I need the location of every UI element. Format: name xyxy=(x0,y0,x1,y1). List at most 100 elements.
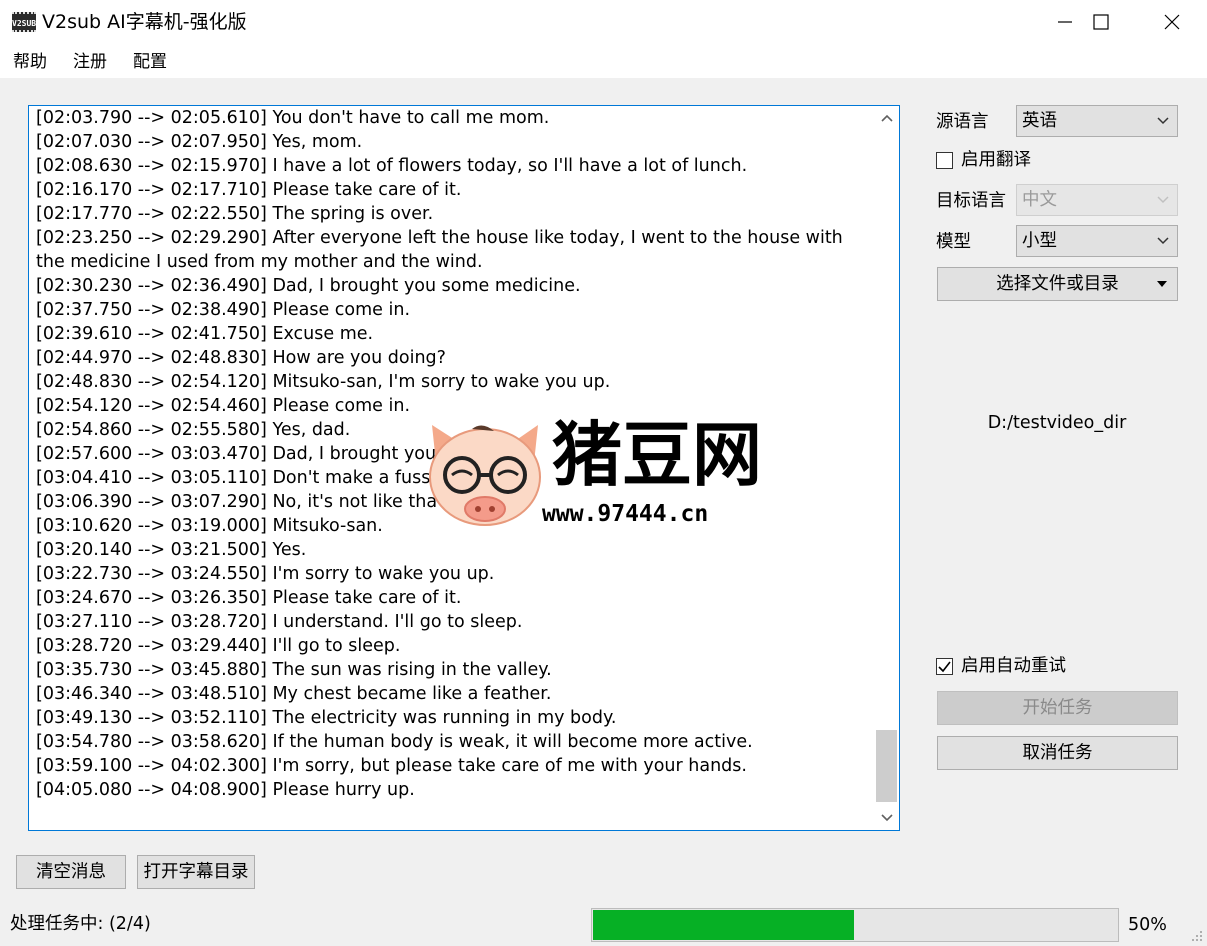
enable-translation-checkbox[interactable]: 启用翻译 xyxy=(936,148,1031,172)
close-icon xyxy=(1164,14,1180,30)
log-line: [02:44.970 --> 02:48.830] How are you do… xyxy=(36,346,862,370)
target-lang-value: 中文 xyxy=(1022,190,1057,210)
log-timestamp: [03:04.410 --> 03:05.110] xyxy=(36,468,267,488)
cancel-task-button[interactable]: 取消任务 xyxy=(937,736,1178,770)
source-lang-label: 源语言 xyxy=(936,112,989,132)
model-label: 模型 xyxy=(936,232,971,252)
log-timestamp: [03:59.100 --> 04:02.300] xyxy=(36,756,267,776)
log-text: I have a lot of flowers today, so I'll h… xyxy=(272,156,748,176)
log-line: [03:49.130 --> 03:52.110] The electricit… xyxy=(36,706,862,730)
log-timestamp: [02:37.750 --> 02:38.490] xyxy=(36,300,267,320)
log-timestamp: [03:49.130 --> 03:52.110] xyxy=(36,708,267,728)
target-lang-select[interactable]: 中文 xyxy=(1016,184,1178,216)
log-text: I'm sorry to wake you up. xyxy=(272,564,495,584)
resize-grip-icon[interactable] xyxy=(1191,930,1203,942)
log-timestamp: [03:24.670 --> 03:26.350] xyxy=(36,588,267,608)
source-lang-select[interactable]: 英语 xyxy=(1016,105,1178,137)
dropdown-arrow-icon[interactable] xyxy=(1157,268,1167,300)
log-timestamp: [02:57.600 --> 03:03.470] xyxy=(36,444,267,464)
title-bar: V2SUB V2sub AI字幕机-强化版 xyxy=(0,0,1207,44)
checkbox-box[interactable] xyxy=(936,657,953,675)
target-lang-label: 目标语言 xyxy=(936,191,1006,211)
source-lang-value: 英语 xyxy=(1022,111,1057,131)
log-line: [02:16.170 --> 02:17.710] Please take ca… xyxy=(36,178,862,202)
select-file-or-dir-button[interactable]: 选择文件或目录 xyxy=(937,267,1178,301)
enable-translation-label: 启用翻译 xyxy=(961,150,1031,170)
log-text: Don't make a fuss. xyxy=(272,468,436,488)
log-timestamp: [02:17.770 --> 02:22.550] xyxy=(36,204,267,224)
log-timestamp: [02:16.170 --> 02:17.710] xyxy=(36,180,267,200)
log-text: I'm sorry, but please take care of me wi… xyxy=(272,756,747,776)
open-subtitle-dir-button[interactable]: 打开字幕目录 xyxy=(137,855,255,889)
checkbox-box[interactable] xyxy=(936,151,953,169)
auto-retry-label: 启用自动重试 xyxy=(961,656,1066,676)
app-window: V2SUB V2sub AI字幕机-强化版 帮助 注册 配置 [02:03.79… xyxy=(0,0,1207,946)
log-text: The spring is over. xyxy=(272,204,434,224)
log-text: Dad, I brought you xyxy=(272,444,437,464)
menu-register[interactable]: 注册 xyxy=(73,51,107,73)
menu-help[interactable]: 帮助 xyxy=(13,51,47,73)
log-timestamp: [02:03.790 --> 02:05.610] xyxy=(36,108,267,128)
log-line: [02:48.830 --> 02:54.120] Mitsuko-san, I… xyxy=(36,370,862,394)
log-timestamp: [03:28.720 --> 03:29.440] xyxy=(36,636,267,656)
log-line: [03:04.410 --> 03:05.110] Don't make a f… xyxy=(36,466,862,490)
log-timestamp: [02:54.860 --> 02:55.580] xyxy=(36,420,267,440)
scroll-up-icon[interactable] xyxy=(874,106,899,130)
log-text: Please take care of it. xyxy=(272,588,462,608)
log-line: [02:03.790 --> 02:05.610] You don't have… xyxy=(36,106,862,130)
log-text: Excuse me. xyxy=(272,324,374,344)
log-line: [04:05.080 --> 04:08.900] Please hurry u… xyxy=(36,778,862,802)
log-text: Please hurry up. xyxy=(272,780,415,800)
maximize-icon xyxy=(1093,14,1109,30)
status-text: 处理任务中: (2/4) xyxy=(10,914,151,934)
log-text: If the human body is weak, it will becom… xyxy=(272,732,753,752)
progress-fill xyxy=(593,910,854,940)
log-text: How are you doing? xyxy=(272,348,446,368)
log-text: Dad, I brought you some medicine. xyxy=(272,276,581,296)
log-text: Yes, mom. xyxy=(272,132,363,152)
log-line: [03:06.390 --> 03:07.290] No, it's not l… xyxy=(36,490,862,514)
start-task-button[interactable]: 开始任务 xyxy=(937,691,1178,725)
menu-config[interactable]: 配置 xyxy=(133,51,167,73)
log-line: [02:23.250 --> 02:29.290] After everyone… xyxy=(36,226,862,274)
log-line: [03:54.780 --> 03:58.620] If the human b… xyxy=(36,730,862,754)
log-line: [03:28.720 --> 03:29.440] I'll go to sle… xyxy=(36,634,862,658)
log-timestamp: [03:46.340 --> 03:48.510] xyxy=(36,684,267,704)
log-timestamp: [02:23.250 --> 02:29.290] xyxy=(36,228,267,248)
log-text: Yes. xyxy=(272,540,307,560)
log-timestamp: [02:39.610 --> 02:41.750] xyxy=(36,324,267,344)
maximize-button[interactable] xyxy=(1066,0,1136,44)
log-timestamp: [02:48.830 --> 02:54.120] xyxy=(36,372,267,392)
log-timestamp: [02:08.630 --> 02:15.970] xyxy=(36,156,267,176)
log-timestamp: [02:30.230 --> 02:36.490] xyxy=(36,276,267,296)
log-timestamp: [03:27.110 --> 03:28.720] xyxy=(36,612,267,632)
log-content: [02:03.790 --> 02:05.610] You don't have… xyxy=(36,106,862,802)
window-title: V2sub AI字幕机-强化版 xyxy=(42,11,247,33)
auto-retry-checkbox[interactable]: 启用自动重试 xyxy=(936,654,1066,678)
log-text: You don't have to call me mom. xyxy=(272,108,550,128)
subtitle-log-textarea[interactable]: [02:03.790 --> 02:05.610] You don't have… xyxy=(28,105,900,831)
log-timestamp: [03:06.390 --> 03:07.290] xyxy=(36,492,267,512)
log-line: [03:20.140 --> 03:21.500] Yes. xyxy=(36,538,862,562)
log-text: Mitsuko-san, I'm sorry to wake you up. xyxy=(272,372,611,392)
log-text: Please come in. xyxy=(272,300,411,320)
log-line: [02:57.600 --> 03:03.470] Dad, I brought… xyxy=(36,442,862,466)
menu-bar: 帮助 注册 配置 xyxy=(0,44,1207,78)
log-text: I'll go to sleep. xyxy=(272,636,401,656)
close-button[interactable] xyxy=(1137,0,1207,44)
scroll-down-icon[interactable] xyxy=(874,806,899,830)
log-timestamp: [04:05.080 --> 04:08.900] xyxy=(36,780,267,800)
log-text: Yes, dad. xyxy=(272,420,351,440)
model-select[interactable]: 小型 xyxy=(1016,225,1178,257)
log-line: [02:07.030 --> 02:07.950] Yes, mom. xyxy=(36,130,862,154)
log-line: [03:35.730 --> 03:45.880] The sun was ri… xyxy=(36,658,862,682)
scrollbar-thumb[interactable] xyxy=(876,730,897,802)
vertical-scrollbar[interactable] xyxy=(874,106,899,830)
progress-percent: 50% xyxy=(1128,915,1167,935)
clear-messages-button[interactable]: 清空消息 xyxy=(16,855,126,889)
log-line: [03:59.100 --> 04:02.300] I'm sorry, but… xyxy=(36,754,862,778)
chevron-down-icon xyxy=(1157,185,1169,215)
log-timestamp: [02:54.120 --> 02:54.460] xyxy=(36,396,267,416)
selected-path: D:/testvideo_dir xyxy=(987,413,1127,433)
log-line: [02:39.610 --> 02:41.750] Excuse me. xyxy=(36,322,862,346)
